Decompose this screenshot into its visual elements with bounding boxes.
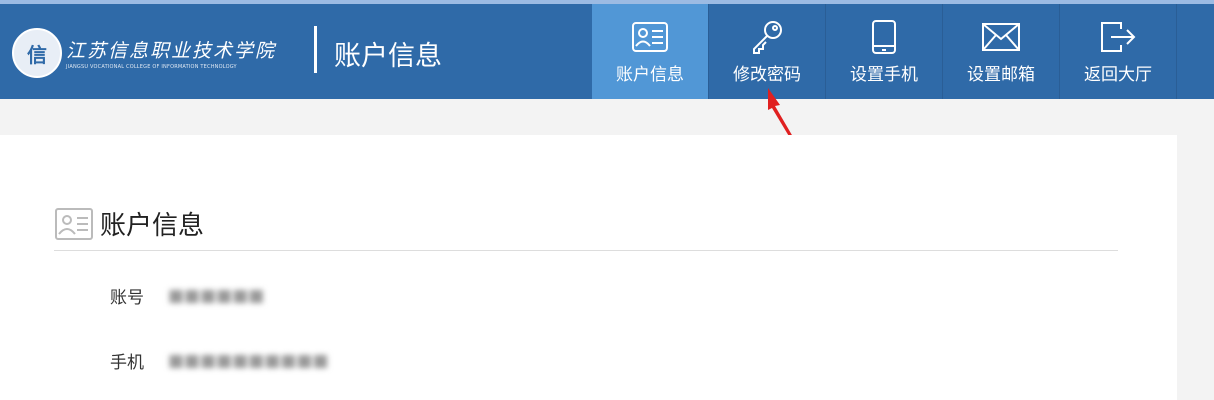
nav-set-email[interactable]: 设置邮箱 <box>943 4 1060 99</box>
nav-account-info[interactable]: 账户信息 <box>592 4 709 99</box>
account-field: 账号 ■■■■■■ <box>110 283 265 309</box>
college-seal-icon: 信 <box>12 28 62 78</box>
title-separator <box>314 26 317 73</box>
section-divider <box>54 250 1118 251</box>
nav-label: 账户信息 <box>616 65 684 85</box>
phone-field: 手机 ■■■■■■■■■■ <box>110 348 329 374</box>
page-title: 账户信息 <box>334 41 442 72</box>
college-name-cn: 江苏信息职业技术学院 <box>66 40 277 62</box>
section-header: 账户信息 <box>54 205 204 242</box>
section-title: 账户信息 <box>100 211 205 241</box>
id-card-icon <box>55 207 93 240</box>
nav-label: 设置邮箱 <box>967 65 1035 85</box>
nav-label: 返回大厅 <box>1084 65 1152 85</box>
nav-set-phone[interactable]: 设置手机 <box>826 4 943 99</box>
phone-icon <box>870 18 898 56</box>
nav-return-hall[interactable]: 返回大厅 <box>1060 4 1177 99</box>
key-icon <box>749 18 785 56</box>
id-card-icon <box>631 18 669 56</box>
main-content: 账户信息 账号 ■■■■■■ 手机 ■■■■■■■■■■ <box>0 135 1177 400</box>
phone-label: 手机 <box>110 353 144 373</box>
college-logo[interactable]: 信 江苏信息职业技术学院 JIANGSU VOCATIONAL COLLEGE … <box>12 28 274 80</box>
college-name-en: JIANGSU VOCATIONAL COLLEGE OF INFORMATIO… <box>66 64 237 70</box>
nav-label: 修改密码 <box>733 65 801 85</box>
phone-value: ■■■■■■■■■■ <box>168 350 329 371</box>
account-label: 账号 <box>110 288 144 308</box>
exit-icon <box>1099 18 1137 56</box>
envelope-icon <box>981 18 1021 56</box>
top-nav: 账户信息 修改密码 设置手机 设置邮箱 返回大厅 <box>592 4 1177 99</box>
top-header: 信 江苏信息职业技术学院 JIANGSU VOCATIONAL COLLEGE … <box>0 0 1214 99</box>
account-value: ■■■■■■ <box>168 285 265 306</box>
nav-label: 设置手机 <box>850 65 918 85</box>
